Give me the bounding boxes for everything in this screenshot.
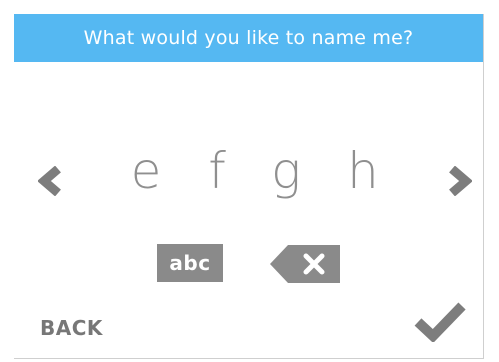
backspace-icon <box>270 245 340 283</box>
checkmark-icon <box>414 302 466 344</box>
naming-screen: What would you like to name me? e f g h … <box>14 14 484 359</box>
letter-option[interactable]: e <box>121 136 171 206</box>
letter-option[interactable]: f <box>192 136 242 206</box>
letter-option[interactable]: g <box>261 136 311 206</box>
backspace-button[interactable] <box>270 245 340 283</box>
confirm-button[interactable] <box>414 300 466 344</box>
screen-title: What would you like to name me? <box>83 27 414 49</box>
chevron-right-icon <box>449 166 472 196</box>
letter-option[interactable]: h <box>338 136 388 206</box>
abc-mode-button[interactable]: abc <box>157 244 223 282</box>
next-letters-button[interactable] <box>442 164 476 198</box>
previous-letters-button[interactable] <box>34 164 68 198</box>
header-bar: What would you like to name me? <box>14 14 483 62</box>
back-button[interactable]: BACK <box>40 316 103 340</box>
abc-label: abc <box>169 251 211 275</box>
chevron-left-icon <box>38 166 61 196</box>
